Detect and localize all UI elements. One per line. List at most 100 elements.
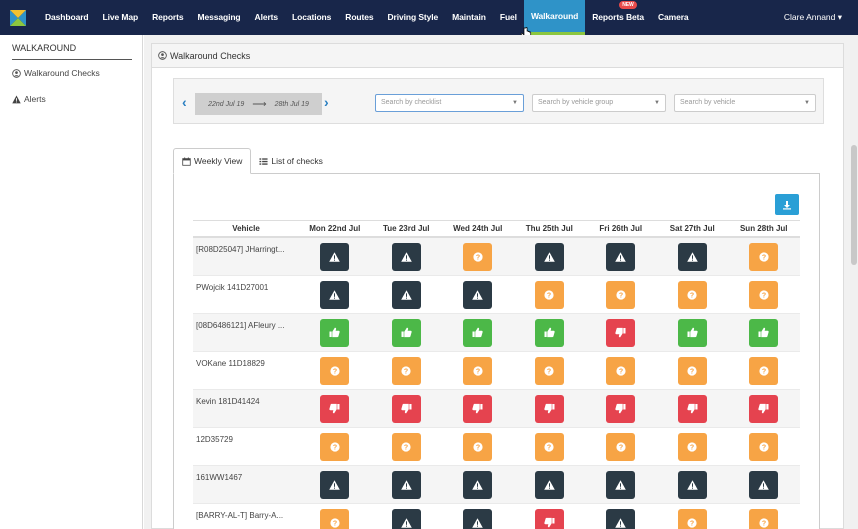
status-fail-button[interactable] [606,318,636,347]
svg-text:?: ? [333,520,337,527]
nav-item-reports-beta[interactable]: Reports Beta NEW [585,0,651,35]
status-warning-button[interactable] [677,470,707,499]
download-button[interactable] [775,194,799,215]
status-warning-button[interactable] [677,242,707,271]
nav-item-maintain[interactable]: Maintain [445,0,493,35]
user-menu[interactable]: Clare Annand ▾ [784,0,842,35]
vehicle-name[interactable]: [R08D25047] JHarringt... [193,238,299,254]
day-cell: ? [728,356,800,385]
sidebar-item-alerts[interactable]: Alerts [12,86,130,112]
status-unknown-button[interactable]: ? [749,508,779,529]
thumbs-up-icon [401,327,412,338]
logo[interactable] [0,0,36,35]
question-circle-icon: ? [759,517,769,528]
vehicle-name[interactable]: PWojcik 141D27001 [193,276,299,292]
svg-text:?: ? [476,254,480,261]
status-warning-button[interactable] [320,242,350,271]
status-unknown-button[interactable]: ? [463,242,493,271]
tab-weekly-view[interactable]: Weekly View [173,148,252,174]
status-unknown-button[interactable]: ? [534,432,564,461]
warning-icon [686,251,698,262]
status-warning-button[interactable] [391,508,421,529]
status-pass-button[interactable] [677,318,707,347]
status-unknown-button[interactable]: ? [606,432,636,461]
status-warning-button[interactable] [606,470,636,499]
day-cell [657,470,729,499]
main-content: Walkaround Checks ‹ 22nd Jul 19 ⟶ 28th J… [144,35,858,529]
status-warning-button[interactable] [391,280,421,309]
status-warning-button[interactable] [463,470,493,499]
status-unknown-button[interactable]: ? [463,432,493,461]
status-fail-button[interactable] [677,394,707,423]
vehicle-select[interactable]: Search by vehicle ▼ [674,94,816,112]
status-pass-button[interactable] [320,318,350,347]
vehicle-name[interactable]: VOKane 11D18829 [193,352,299,368]
status-unknown-button[interactable]: ? [606,280,636,309]
status-warning-button[interactable] [606,242,636,271]
status-pass-button[interactable] [749,318,779,347]
status-warning-button[interactable] [463,280,493,309]
status-unknown-button[interactable]: ? [749,432,779,461]
status-fail-button[interactable] [463,394,493,423]
status-unknown-button[interactable]: ? [320,356,350,385]
status-unknown-button[interactable]: ? [677,508,707,529]
status-fail-button[interactable] [534,394,564,423]
status-pass-button[interactable] [463,318,493,347]
status-unknown-button[interactable]: ? [320,432,350,461]
nav-item-driving-style[interactable]: Driving Style [381,0,446,35]
scrollbar-thumb[interactable] [851,145,857,265]
status-unknown-button[interactable]: ? [606,356,636,385]
status-unknown-button[interactable]: ? [534,356,564,385]
status-fail-button[interactable] [534,508,564,529]
status-unknown-button[interactable]: ? [749,242,779,271]
status-warning-button[interactable] [463,508,493,529]
day-cell: ? [299,356,371,385]
page-scrollbar[interactable] [850,35,858,529]
status-pass-button[interactable] [534,318,564,347]
status-unknown-button[interactable]: ? [677,432,707,461]
nav-item-camera[interactable]: Camera [651,0,696,35]
tab-list-of-checks[interactable]: List of checks [251,148,331,174]
date-range-display[interactable]: 22nd Jul 19 ⟶ 28th Jul 19 [195,93,322,115]
nav-item-dashboard[interactable]: Dashboard [38,0,96,35]
status-pass-button[interactable] [391,318,421,347]
status-warning-button[interactable] [606,508,636,529]
nav-item-walkaround[interactable]: Walkaround [523,0,586,35]
sidebar-item-walkaround-checks[interactable]: Walkaround Checks [12,60,130,86]
nav-item-routes[interactable]: Routes [338,0,380,35]
status-unknown-button[interactable]: ? [391,356,421,385]
status-warning-button[interactable] [320,280,350,309]
nav-item-messaging[interactable]: Messaging [191,0,248,35]
nav-item-alerts[interactable]: Alerts [248,0,286,35]
status-unknown-button[interactable]: ? [391,432,421,461]
status-warning-button[interactable] [320,470,350,499]
nav-item-locations[interactable]: Locations [285,0,338,35]
nav-item-live-map[interactable]: Live Map [96,0,146,35]
status-fail-button[interactable] [391,394,421,423]
prev-week-chevron-icon[interactable]: ‹ [182,94,187,110]
vehicle-name[interactable]: [08D6486121] AFleury ... [193,314,299,330]
nav-item-reports[interactable]: Reports [145,0,190,35]
status-unknown-button[interactable]: ? [534,280,564,309]
status-warning-button[interactable] [391,242,421,271]
vehicle-name[interactable]: 161WW1467 [193,466,299,482]
status-warning-button[interactable] [534,470,564,499]
vehicle-group-select[interactable]: Search by vehicle group ▼ [532,94,666,112]
vehicle-name[interactable]: [BARRY-AL-T] Barry-A... [193,504,299,520]
vehicle-name[interactable]: 12D35729 [193,428,299,444]
next-week-chevron-icon[interactable]: › [324,94,329,110]
vehicle-name[interactable]: Kevin 181D41424 [193,390,299,406]
status-fail-button[interactable] [320,394,350,423]
status-unknown-button[interactable]: ? [463,356,493,385]
status-fail-button[interactable] [606,394,636,423]
status-unknown-button[interactable]: ? [749,280,779,309]
status-warning-button[interactable] [534,242,564,271]
status-unknown-button[interactable]: ? [749,356,779,385]
status-fail-button[interactable] [749,394,779,423]
status-unknown-button[interactable]: ? [677,280,707,309]
checklist-select[interactable]: Search by checklist ▼ [375,94,524,112]
status-unknown-button[interactable]: ? [677,356,707,385]
status-warning-button[interactable] [391,470,421,499]
status-warning-button[interactable] [749,470,779,499]
status-unknown-button[interactable]: ? [320,508,350,529]
